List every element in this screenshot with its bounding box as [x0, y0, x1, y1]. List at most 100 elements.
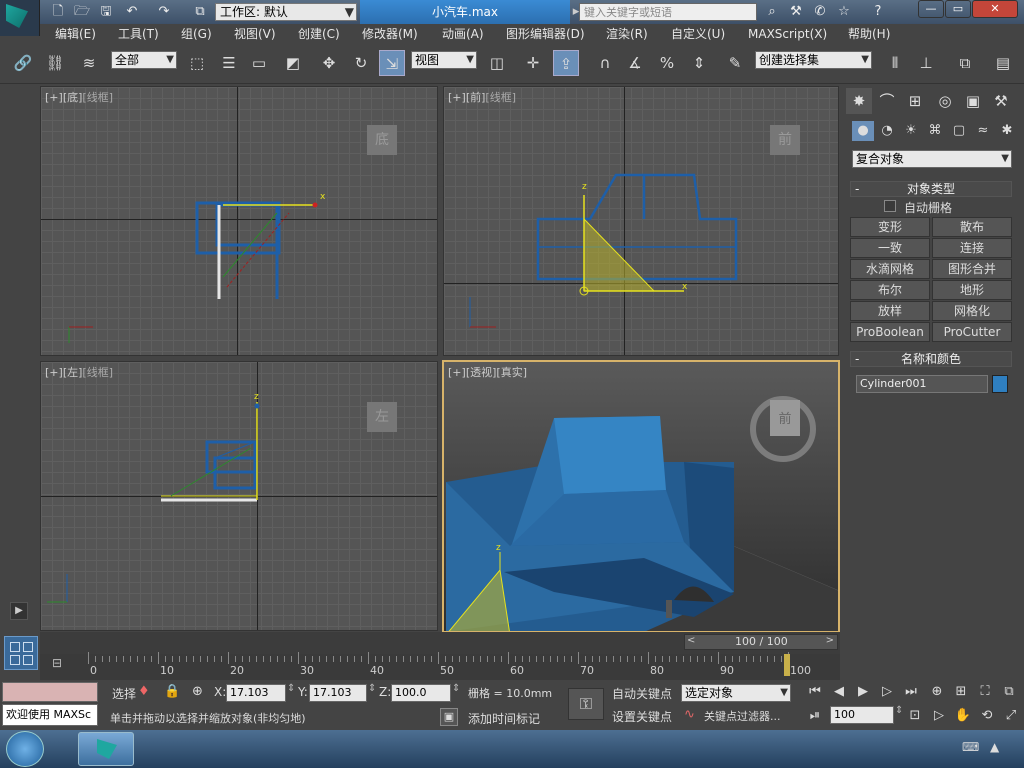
conform-button[interactable]: 一致 [850, 238, 930, 258]
auto-key-button[interactable]: 自动关键点 [612, 685, 672, 702]
align-icon[interactable]: ⊥ [913, 50, 939, 76]
menu-help[interactable]: 帮助(H) [848, 24, 890, 44]
minimize-button[interactable]: — [918, 0, 944, 18]
autogrid-checkbox[interactable] [884, 200, 896, 212]
move-icon[interactable]: ✥ [316, 50, 342, 76]
orbit-icon[interactable]: ⟲ [976, 706, 998, 726]
link-icon[interactable]: 🔗 [10, 50, 36, 76]
create-tab-icon[interactable]: ✸ [846, 88, 872, 114]
systems-icon[interactable]: ✱ [996, 121, 1018, 141]
workspace-dropdown[interactable]: 工作区: 默认 ▼ [215, 3, 357, 21]
next-frame-icon[interactable]: ▷ [876, 682, 898, 702]
maximize-button[interactable]: ▭ [945, 0, 971, 18]
unlink-icon[interactable]: ⛓ [42, 50, 68, 76]
help-icon[interactable]: ? [868, 3, 888, 21]
reference-coord-dropdown[interactable]: 视图 ▼ [411, 51, 477, 69]
geometry-icon[interactable]: ● [852, 121, 874, 141]
maxscript-listener-white[interactable]: 欢迎使用 MAXSc [2, 704, 98, 726]
viewport-perspective[interactable]: [+][透视][真实] 前 z [442, 360, 840, 633]
z-coordinate-field[interactable]: 100.0 [391, 684, 451, 702]
morph-button[interactable]: 变形 [850, 217, 930, 237]
viewport-layout-icon[interactable] [4, 636, 38, 670]
pan-view-icon[interactable]: ✋ [952, 706, 974, 726]
snaps-toggle-icon[interactable]: ∩ [592, 50, 618, 76]
menu-graph-editors[interactable]: 图形编辑器(D) [506, 24, 585, 44]
taskbar-3dsmax-app[interactable] [78, 732, 134, 766]
edit-named-selection-icon[interactable]: ✎ [722, 50, 748, 76]
viewport-left[interactable]: [+][左][线框] 左 z [40, 361, 438, 631]
rotate-icon[interactable]: ↻ [348, 50, 374, 76]
lock-icon[interactable]: 🔒 [164, 684, 180, 699]
y-coordinate-field[interactable]: 17.103 [309, 684, 367, 702]
menu-group[interactable]: 组(G) [181, 24, 212, 44]
x-spinner-icon[interactable]: ⇕ [287, 683, 295, 694]
app-menu-button[interactable] [0, 0, 40, 36]
x-coordinate-field[interactable]: 17.103 [226, 684, 286, 702]
scale-icon[interactable]: ⇲ [379, 50, 405, 76]
zoom-icon[interactable]: ⊕ [926, 682, 948, 702]
search-input[interactable]: 键入关键字或短语 [579, 3, 757, 21]
close-button[interactable]: ✕ [972, 0, 1018, 18]
object-color-swatch[interactable] [992, 375, 1008, 393]
go-to-end-icon[interactable]: ⏭ [900, 682, 922, 702]
set-key-icon[interactable]: ⚿ [568, 688, 604, 720]
set-key-button[interactable]: 设置关键点 [612, 708, 672, 725]
key-mode-dropdown[interactable]: 选定对象 ▼ [681, 684, 791, 702]
pivot-center-icon[interactable]: ◫ [484, 50, 510, 76]
connect-button[interactable]: 连接 [932, 238, 1012, 258]
percent-snap-icon[interactable]: % [654, 50, 680, 76]
previous-frame-icon[interactable]: ◀ [828, 682, 850, 702]
time-slider-thumb[interactable]: < 100 / 100 > [684, 634, 838, 650]
scatter-button[interactable]: 散布 [932, 217, 1012, 237]
helpers-icon[interactable]: ▢ [948, 121, 970, 141]
current-frame-field[interactable]: 100 [830, 706, 894, 724]
frame-spinner-icon[interactable]: ⇕ [895, 705, 903, 716]
terrain-button[interactable]: 地形 [932, 280, 1012, 300]
bind-space-warp-icon[interactable]: ≋ [76, 50, 102, 76]
maxscript-listener-pink[interactable] [2, 682, 98, 702]
mirror-icon[interactable]: ⫴ [882, 50, 908, 76]
menu-animation[interactable]: 动画(A) [442, 24, 484, 44]
binoculars-icon[interactable]: ⌕ [762, 3, 782, 21]
layer-manager-icon[interactable]: ⧉ [952, 50, 978, 76]
add-time-tag[interactable]: 添加时间标记 [468, 710, 540, 727]
render-setup-icon[interactable]: ▤ [990, 50, 1016, 76]
open-file-icon[interactable]: 🗁 [72, 3, 92, 21]
rectangular-selection-icon[interactable]: ▭ [246, 50, 272, 76]
communication-icon[interactable]: ✆ [810, 3, 830, 21]
menu-maxscript[interactable]: MAXScript(X) [748, 24, 827, 44]
viewport-front[interactable]: [+][前][线框] 前 x z [443, 86, 839, 356]
go-to-start-icon[interactable]: ⏮ [804, 682, 826, 702]
name-color-rollout[interactable]: - 名称和颜色 [850, 351, 1012, 367]
undo-icon[interactable]: ↶ [122, 3, 142, 21]
zoom-all-icon[interactable]: ⊞ [950, 682, 972, 702]
chevron-right-icon[interactable]: > [826, 635, 834, 646]
menu-modifiers[interactable]: 修改器(M) [362, 24, 418, 44]
isolate-icon[interactable]: ♦ [138, 684, 150, 699]
chevron-left-icon[interactable]: < [687, 635, 695, 646]
favorites-star-icon[interactable]: ☆ [834, 3, 854, 21]
mesher-button[interactable]: 网格化 [932, 301, 1012, 321]
z-spinner-icon[interactable]: ⇕ [452, 683, 460, 694]
zoom-extents-all-icon[interactable]: ⧉ [998, 682, 1020, 702]
select-object-icon[interactable]: ⬚ [184, 50, 210, 76]
key-filters-button[interactable]: 关键点过滤器... [704, 708, 781, 724]
absolute-mode-icon[interactable]: ⊕ [192, 684, 203, 699]
lights-icon[interactable]: ☀ [900, 121, 922, 141]
proboolean-button[interactable]: ProBoolean [850, 322, 930, 342]
shapes-icon[interactable]: ◔ [876, 121, 898, 141]
angle-snap-icon[interactable]: ∡ [622, 50, 648, 76]
expand-panel-icon[interactable]: ▶ [10, 602, 28, 620]
motion-tab-icon[interactable]: ◎ [932, 88, 958, 114]
key-mode-toggle-icon[interactable]: ⏯ [804, 706, 826, 726]
play-icon[interactable]: ▶ [852, 682, 874, 702]
project-folder-icon[interactable]: ⧉ [190, 3, 210, 21]
maximize-viewport-icon[interactable]: ⤢ [1000, 706, 1022, 726]
named-selection-dropdown[interactable]: 创建选择集 ▼ [755, 51, 872, 69]
loft-button[interactable]: 放样 [850, 301, 930, 321]
tray-arrow-icon[interactable]: ▲ [990, 740, 999, 754]
keyboard-shortcut-override-icon[interactable]: ⇪ [553, 50, 579, 76]
zoom-extents-icon[interactable]: ⛶ [974, 682, 996, 702]
new-file-icon[interactable]: 🗋 [48, 3, 68, 21]
space-warps-icon[interactable]: ≈ [972, 121, 994, 141]
